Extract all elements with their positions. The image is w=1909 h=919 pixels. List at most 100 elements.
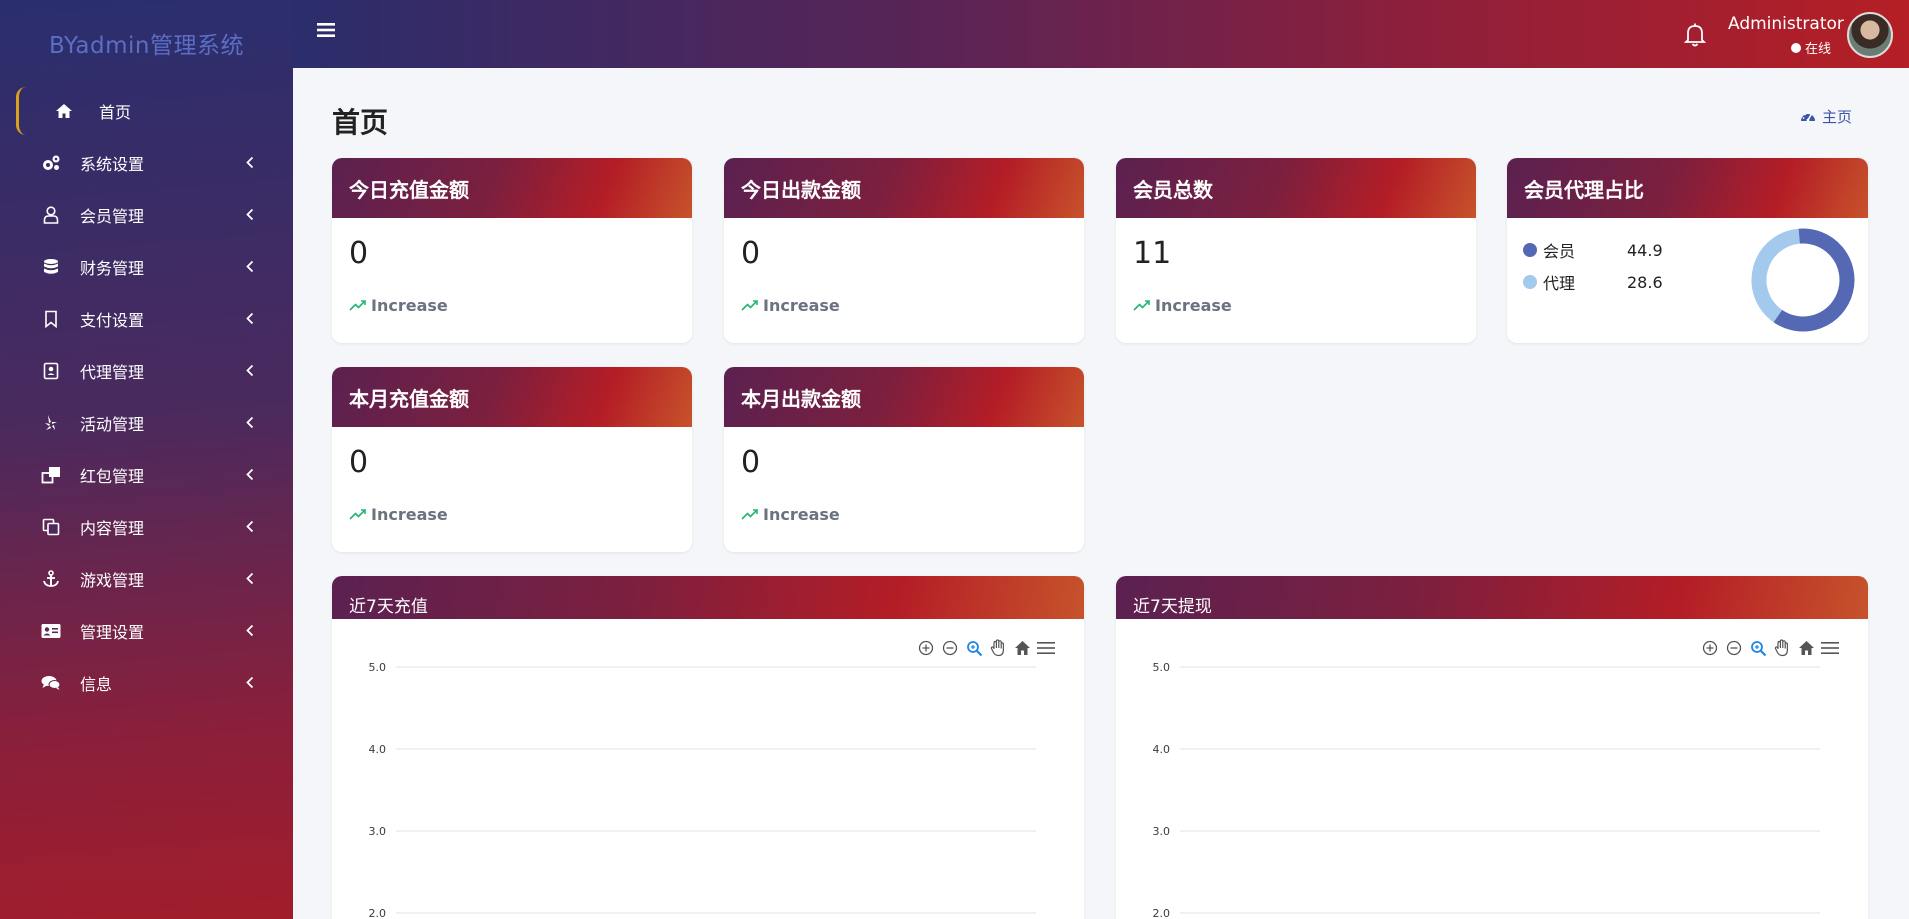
home-icon <box>53 101 75 121</box>
chevron-left-icon <box>246 154 254 173</box>
y-tick-label: 3.0 <box>1153 825 1171 838</box>
card-trend: Increase <box>349 296 448 315</box>
stat-card-month-withdrawal: 本月出款金额 0 Increase <box>724 367 1084 552</box>
legend-label: 代理 <box>1543 274 1576 293</box>
main-content: 首页 主页 今日充值金额 0 Increase 今日出款金额 0 Increas… <box>293 68 1909 919</box>
breadcrumb[interactable]: 主页 <box>1800 106 1852 127</box>
dashboard-icon <box>1800 108 1816 126</box>
card-title: 会员总数 <box>1116 158 1476 218</box>
legend-swatch <box>1523 243 1537 257</box>
bell-icon[interactable] <box>1683 22 1707 52</box>
chevron-left-icon <box>246 570 254 589</box>
card-trend: Increase <box>1133 296 1232 315</box>
y-tick-label: 5.0 <box>1153 661 1171 674</box>
card-trend-label: Increase <box>371 505 448 524</box>
id-card-icon <box>40 621 62 641</box>
chevron-left-icon <box>246 362 254 381</box>
user-icon <box>40 205 62 225</box>
chevron-left-icon <box>246 258 254 277</box>
donut-slice-1[interactable] <box>1751 228 1801 323</box>
sidebar-item-label: 内容管理 <box>80 519 145 538</box>
sidebar-nav: 首页 系统设置 会员管理 财务管理 支付设置 代理管理 活动管理 红包管理 内容… <box>0 87 293 709</box>
sidebar-item-admin-settings[interactable]: 管理设置 <box>0 605 293 657</box>
sidebar-item-label: 信息 <box>80 675 113 694</box>
sidebar-item-finance-management[interactable]: 财务管理 <box>0 241 293 293</box>
legend-value: 44.9 <box>1627 240 1663 260</box>
copy-icon <box>40 517 62 537</box>
card-trend-label: Increase <box>763 505 840 524</box>
sidebar-item-label: 支付设置 <box>80 311 145 330</box>
sidebar-item-agent-management[interactable]: 代理管理 <box>0 345 293 397</box>
chart-title: 近7天充值 <box>332 576 1084 619</box>
hamburger-menu-icon[interactable] <box>317 22 335 38</box>
sidebar-item-payment-settings[interactable]: 支付设置 <box>0 293 293 345</box>
y-tick-label: 4.0 <box>369 743 387 756</box>
chevron-left-icon <box>246 310 254 329</box>
card-title: 本月充值金额 <box>332 367 692 427</box>
avatar[interactable] <box>1847 12 1893 58</box>
page-title: 首页 <box>332 106 389 139</box>
y-tick-label: 5.0 <box>369 661 387 674</box>
sidebar-item-content-management[interactable]: 内容管理 <box>0 501 293 553</box>
breadcrumb-home-link[interactable]: 主页 <box>1822 106 1852 127</box>
card-value: 0 <box>349 236 369 271</box>
sidebar: BYadmin管理系统 首页 系统设置 会员管理 财务管理 支付设置 代理管理 … <box>0 0 293 919</box>
sidebar-item-label: 首页 <box>99 103 132 122</box>
comments-icon <box>40 673 62 693</box>
card-title: 今日出款金额 <box>724 158 1084 218</box>
sidebar-item-label: 活动管理 <box>80 415 145 434</box>
card-value: 0 <box>741 236 761 271</box>
sidebar-item-label: 系统设置 <box>80 155 145 174</box>
sidebar-item-member-management[interactable]: 会员管理 <box>0 189 293 241</box>
y-tick-label: 3.0 <box>369 825 387 838</box>
card-value: 0 <box>741 445 761 480</box>
donut-slice-0[interactable] <box>1773 228 1855 332</box>
chart-card-7day-withdrawal: 近7天提现 5.0 4.0 3.0 2.0 <box>1116 576 1868 919</box>
anchor-icon <box>40 569 62 589</box>
sidebar-item-label: 会员管理 <box>80 207 145 226</box>
online-status-dot <box>1791 42 1801 53</box>
trend-up-icon <box>349 296 367 315</box>
stat-card-today-withdrawal: 今日出款金额 0 Increase <box>724 158 1084 343</box>
ratio-donut-chart <box>1751 228 1855 332</box>
sidebar-item-red-packet-management[interactable]: 红包管理 <box>0 449 293 501</box>
card-trend-label: Increase <box>371 296 448 315</box>
sidebar-item-label: 代理管理 <box>80 363 145 382</box>
card-trend-label: Increase <box>763 296 840 315</box>
sidebar-item-home[interactable]: 首页 <box>16 87 293 135</box>
trend-up-icon <box>741 296 759 315</box>
chevron-left-icon <box>246 674 254 693</box>
user-name[interactable]: Administrator <box>1728 14 1844 34</box>
y-tick-label: 2.0 <box>369 907 387 919</box>
sidebar-item-game-management[interactable]: 游戏管理 <box>0 553 293 605</box>
user-status-label: 在线 <box>1805 42 1832 57</box>
trend-up-icon <box>741 505 759 524</box>
legend-item-agent[interactable]: 代理 28.6 <box>1523 266 1663 298</box>
sidebar-item-messages[interactable]: 信息 <box>0 657 293 709</box>
stat-card-total-members: 会员总数 11 Increase <box>1116 158 1476 343</box>
line-chart: 5.0 4.0 3.0 2.0 <box>369 661 1036 919</box>
card-value: 11 <box>1133 236 1172 271</box>
card-title: 会员代理占比 <box>1507 158 1868 218</box>
chevron-left-icon <box>246 206 254 225</box>
chevron-left-icon <box>246 622 254 641</box>
yelp-icon <box>40 413 62 433</box>
brand-title[interactable]: BYadmin管理系统 <box>0 0 293 85</box>
stat-card-today-deposit: 今日充值金额 0 Increase <box>332 158 692 343</box>
database-icon <box>40 257 62 277</box>
member-agent-ratio-card: 会员代理占比 会员 44.9 代理 28.6 <box>1507 158 1868 343</box>
legend-item-member[interactable]: 会员 44.9 <box>1523 234 1663 266</box>
sidebar-item-system-settings[interactable]: 系统设置 <box>0 137 293 189</box>
sidebar-item-label: 红包管理 <box>80 467 145 486</box>
gears-icon <box>40 153 62 173</box>
sidebar-item-activity-management[interactable]: 活动管理 <box>0 397 293 449</box>
topbar: Administrator 在线 <box>293 0 1909 68</box>
sidebar-item-label: 财务管理 <box>80 259 145 278</box>
ratio-legend: 会员 44.9 代理 28.6 <box>1523 234 1663 298</box>
chevron-left-icon <box>246 414 254 433</box>
user-status: 在线 <box>1791 38 1831 57</box>
line-chart: 5.0 4.0 3.0 2.0 <box>1153 661 1820 919</box>
legend-swatch <box>1523 275 1537 289</box>
card-trend: Increase <box>741 505 840 524</box>
legend-label: 会员 <box>1543 242 1576 261</box>
